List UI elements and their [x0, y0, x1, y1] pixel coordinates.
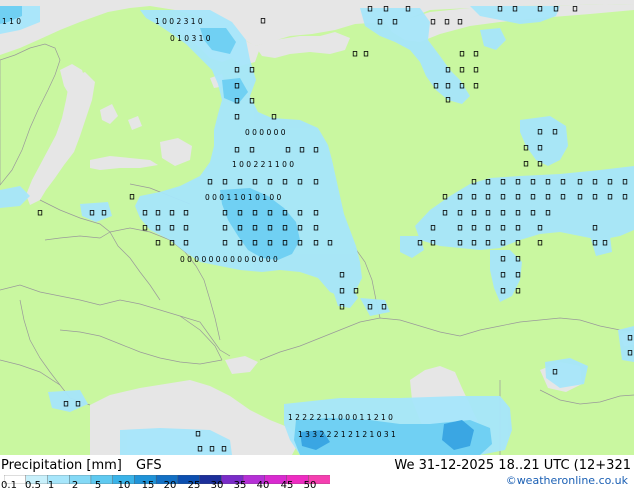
legend-tick-label: 50 — [303, 480, 317, 491]
map-title: Precipitation [mm] — [1, 458, 122, 473]
value-label-row: 1 1 0 — [2, 17, 21, 26]
value-label-row: 1 2 2 2 2 1 1 0 0 0 1 1 2 1 0 — [288, 413, 393, 422]
precipitation-map: 1 1 0 1 0 0 2 3 1 0 0 1 0 3 1 0 0 0 0 0 … — [0, 0, 634, 455]
value-label-row: 1 0 0 2 2 1 1 0 0 — [232, 160, 294, 169]
value-label-row: 1 0 0 2 3 1 0 — [155, 17, 203, 26]
value-label-row: 0 1 0 3 1 0 — [170, 34, 211, 43]
map-footer: Precipitation [mm] GFS We 31-12-2025 18.… — [0, 455, 634, 491]
legend-tick-label: 20 — [163, 480, 177, 491]
legend-tick-label: 0.5 — [25, 480, 41, 491]
value-label-row: 0 0 0 1 1 0 1 0 1 0 0 — [205, 193, 282, 202]
legend-tick-label: 45 — [280, 480, 294, 491]
credit-link[interactable]: ©weatheronline.co.uk — [506, 474, 628, 488]
legend-tick-label: 1 — [47, 480, 55, 491]
legend-tick-label: 40 — [256, 480, 270, 491]
value-label-row: 0 0 0 0 0 0 0 0 0 0 0 0 0 0 — [180, 255, 278, 264]
valid-time: We 31-12-2025 18..21 UTC (12+321 — [394, 458, 631, 473]
legend-tick-label: 30 — [210, 480, 224, 491]
model-name: GFS — [136, 458, 162, 473]
value-label-row: 1 3 3 2 2 2 1 2 1 2 1 0 3 1 — [298, 430, 396, 439]
legend-tick-label: 35 — [233, 480, 247, 491]
legend-tick-label: 25 — [187, 480, 201, 491]
value-label-row: 0 0 0 0 0 0 — [245, 128, 286, 137]
legend-tick-label: 0.1 — [1, 480, 17, 491]
legend-tick-label: 10 — [117, 480, 131, 491]
legend-tick-label: 5 — [94, 480, 102, 491]
legend-tick-label: 15 — [141, 480, 155, 491]
legend-tick-label: 2 — [71, 480, 79, 491]
